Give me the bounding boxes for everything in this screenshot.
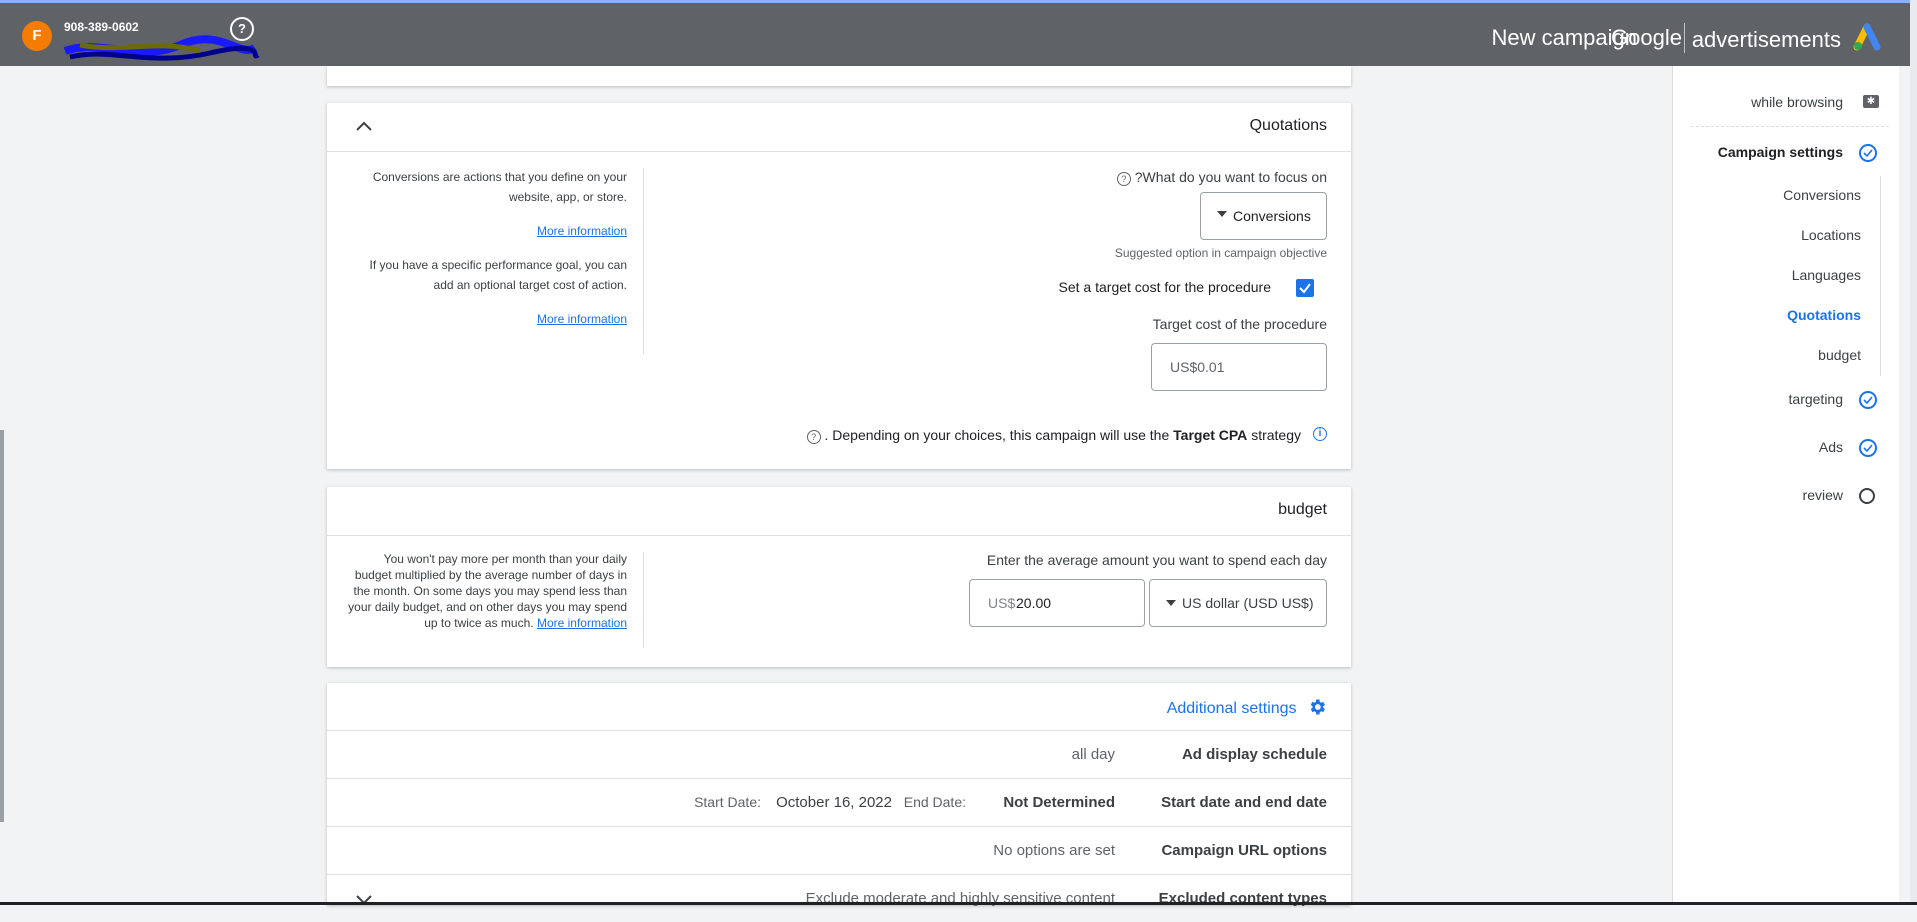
budget-amount-value: 20.00 bbox=[1016, 595, 1052, 611]
target-cost-value: US$0.01 bbox=[1170, 359, 1225, 375]
budget-card: budget You won't pay more per month than… bbox=[327, 487, 1351, 667]
budget-divider bbox=[643, 552, 644, 648]
sidebar-item-locations[interactable]: Locations bbox=[1801, 227, 1861, 243]
sidebar-item-ads[interactable]: Ads bbox=[1819, 439, 1843, 455]
redaction-scribble bbox=[63, 35, 260, 61]
budget-more-info-link[interactable]: More information bbox=[537, 616, 627, 630]
target-cost-input[interactable]: US$0.01 bbox=[1151, 343, 1327, 391]
excluded-content-row[interactable]: Excluded content types Exclude moderate … bbox=[327, 874, 1351, 922]
target-cost-label: Target cost of the procedure bbox=[1152, 316, 1327, 332]
currency-prefix: US$ bbox=[988, 595, 1016, 611]
focus-select[interactable]: Conversions bbox=[1200, 192, 1327, 240]
dates-row[interactable]: Start date and end date Not Determined E… bbox=[327, 778, 1351, 826]
sidebar-item-conversions[interactable]: Conversions bbox=[1783, 187, 1861, 203]
sidebar-item-campaign-settings[interactable]: Campaign settings bbox=[1718, 144, 1843, 160]
sidebar-separator bbox=[1691, 126, 1889, 127]
additional-settings-header[interactable]: Additional settings bbox=[1167, 697, 1327, 717]
sidebar-item-targeting[interactable]: targeting bbox=[1789, 391, 1843, 407]
sidebar-item-quotations[interactable]: Quotations bbox=[1787, 307, 1861, 323]
end-date-value: Not Determined bbox=[1003, 794, 1115, 811]
bidding-header[interactable]: Quotations bbox=[327, 103, 1351, 152]
help-circle-icon[interactable]: ? bbox=[806, 430, 821, 444]
account-avatar[interactable]: F bbox=[22, 21, 52, 51]
gear-icon bbox=[1310, 699, 1325, 715]
sidebar-item-languages[interactable]: Languages bbox=[1792, 267, 1861, 283]
additional-settings-card: Additional settings Ad display schedule … bbox=[327, 683, 1351, 907]
sparkle-icon: ✱ bbox=[1863, 95, 1879, 108]
target-cost-checkbox-label: Set a target cost for the procedure bbox=[1058, 279, 1271, 295]
bidding-divider bbox=[643, 168, 644, 354]
completed-check-icon bbox=[1859, 391, 1877, 409]
campaign-steps-sidebar: while browsing ✱ Campaign settings Conve… bbox=[1672, 66, 1899, 905]
focus-hint: Suggested option in campaign objective bbox=[1114, 246, 1327, 260]
currency-select[interactable]: US dollar (USD US$) bbox=[1149, 579, 1327, 627]
ad-schedule-label: Ad display schedule bbox=[1181, 746, 1327, 763]
bidding-card: Quotations Conversions are actions that … bbox=[327, 103, 1351, 469]
sidebar-item-review[interactable]: review bbox=[1803, 487, 1843, 503]
dropdown-arrow-icon bbox=[1217, 211, 1227, 217]
more-info-link-2[interactable]: More information bbox=[537, 312, 627, 326]
more-info-link-1[interactable]: More information bbox=[537, 224, 627, 238]
dates-label: Start date and end date bbox=[1161, 794, 1327, 811]
top-bar: F 908-389-0602 ? New campaign Google adv… bbox=[0, 0, 1917, 66]
budget-help-column: You won't pay more per month than your d… bbox=[347, 551, 627, 631]
page-scrollbar[interactable] bbox=[1910, 0, 1917, 905]
completed-check-icon bbox=[1859, 439, 1877, 457]
left-scroll-indicator bbox=[0, 430, 4, 822]
info-icon[interactable]: i bbox=[1313, 427, 1327, 441]
ad-schedule-value: all day bbox=[1071, 746, 1115, 763]
brand-divider bbox=[1684, 23, 1685, 53]
end-date-label: End Date: bbox=[903, 794, 966, 810]
start-date-value: October 16, 2022 bbox=[776, 794, 892, 811]
strategy-text-post: strategy bbox=[1251, 427, 1301, 443]
google-ads-logo-icon[interactable] bbox=[1853, 21, 1885, 51]
brand-google: Google bbox=[1611, 25, 1682, 50]
focus-select-value: Conversions bbox=[1233, 208, 1311, 224]
brand-ads: advertisements bbox=[1691, 27, 1841, 52]
chevron-up-icon[interactable] bbox=[355, 119, 373, 133]
strategy-text-pre: . Depending on your choices, this campai… bbox=[824, 427, 1170, 443]
budget-title: budget bbox=[1278, 501, 1327, 518]
bidding-title: Quotations bbox=[1249, 117, 1327, 134]
currency-select-value: US dollar (USD US$) bbox=[1182, 595, 1314, 611]
pending-circle-icon bbox=[1859, 488, 1875, 504]
url-options-label: Campaign URL options bbox=[1161, 842, 1327, 859]
dropdown-arrow-icon bbox=[1166, 600, 1176, 606]
url-options-row[interactable]: Campaign URL options No options are set bbox=[327, 826, 1351, 874]
ad-schedule-row[interactable]: Ad display schedule all day bbox=[327, 730, 1351, 778]
bidding-help-text-2: If you have a specific performance goal,… bbox=[369, 258, 627, 292]
check-icon bbox=[1299, 283, 1311, 294]
sidebar-item-budget[interactable]: budget bbox=[1818, 347, 1861, 363]
focus-label-row: ? ?What do you want to focus on bbox=[1116, 169, 1327, 186]
url-options-value: No options are set bbox=[993, 842, 1115, 859]
focus-label: ?What do you want to focus on bbox=[1134, 169, 1327, 185]
budget-header: budget bbox=[327, 487, 1351, 536]
bidding-help-column: Conversions are actions that you define … bbox=[357, 167, 627, 329]
bidding-help-text-1: Conversions are actions that you define … bbox=[372, 170, 627, 204]
additional-settings-title: Additional settings bbox=[1166, 700, 1297, 717]
sidebar-substep-line bbox=[1880, 176, 1881, 376]
budget-amount-label: Enter the average amount you want to spe… bbox=[986, 552, 1327, 568]
completed-check-icon bbox=[1859, 144, 1877, 162]
sidebar-item-while-browsing[interactable]: while browsing bbox=[1751, 94, 1843, 110]
account-phone: 908-389-0602 bbox=[64, 20, 139, 34]
target-cost-checkbox[interactable] bbox=[1296, 279, 1314, 297]
help-icon[interactable]: ? bbox=[230, 17, 254, 41]
start-date-label: Start Date: bbox=[694, 794, 761, 810]
strategy-note: ? . Depending on your choices, this camp… bbox=[806, 427, 1301, 444]
previous-card bbox=[327, 66, 1351, 86]
budget-amount-input[interactable]: US$ 20.00 bbox=[969, 579, 1145, 627]
help-circle-icon[interactable]: ? bbox=[1116, 172, 1131, 186]
strategy-bold: Target CPA bbox=[1173, 427, 1248, 443]
